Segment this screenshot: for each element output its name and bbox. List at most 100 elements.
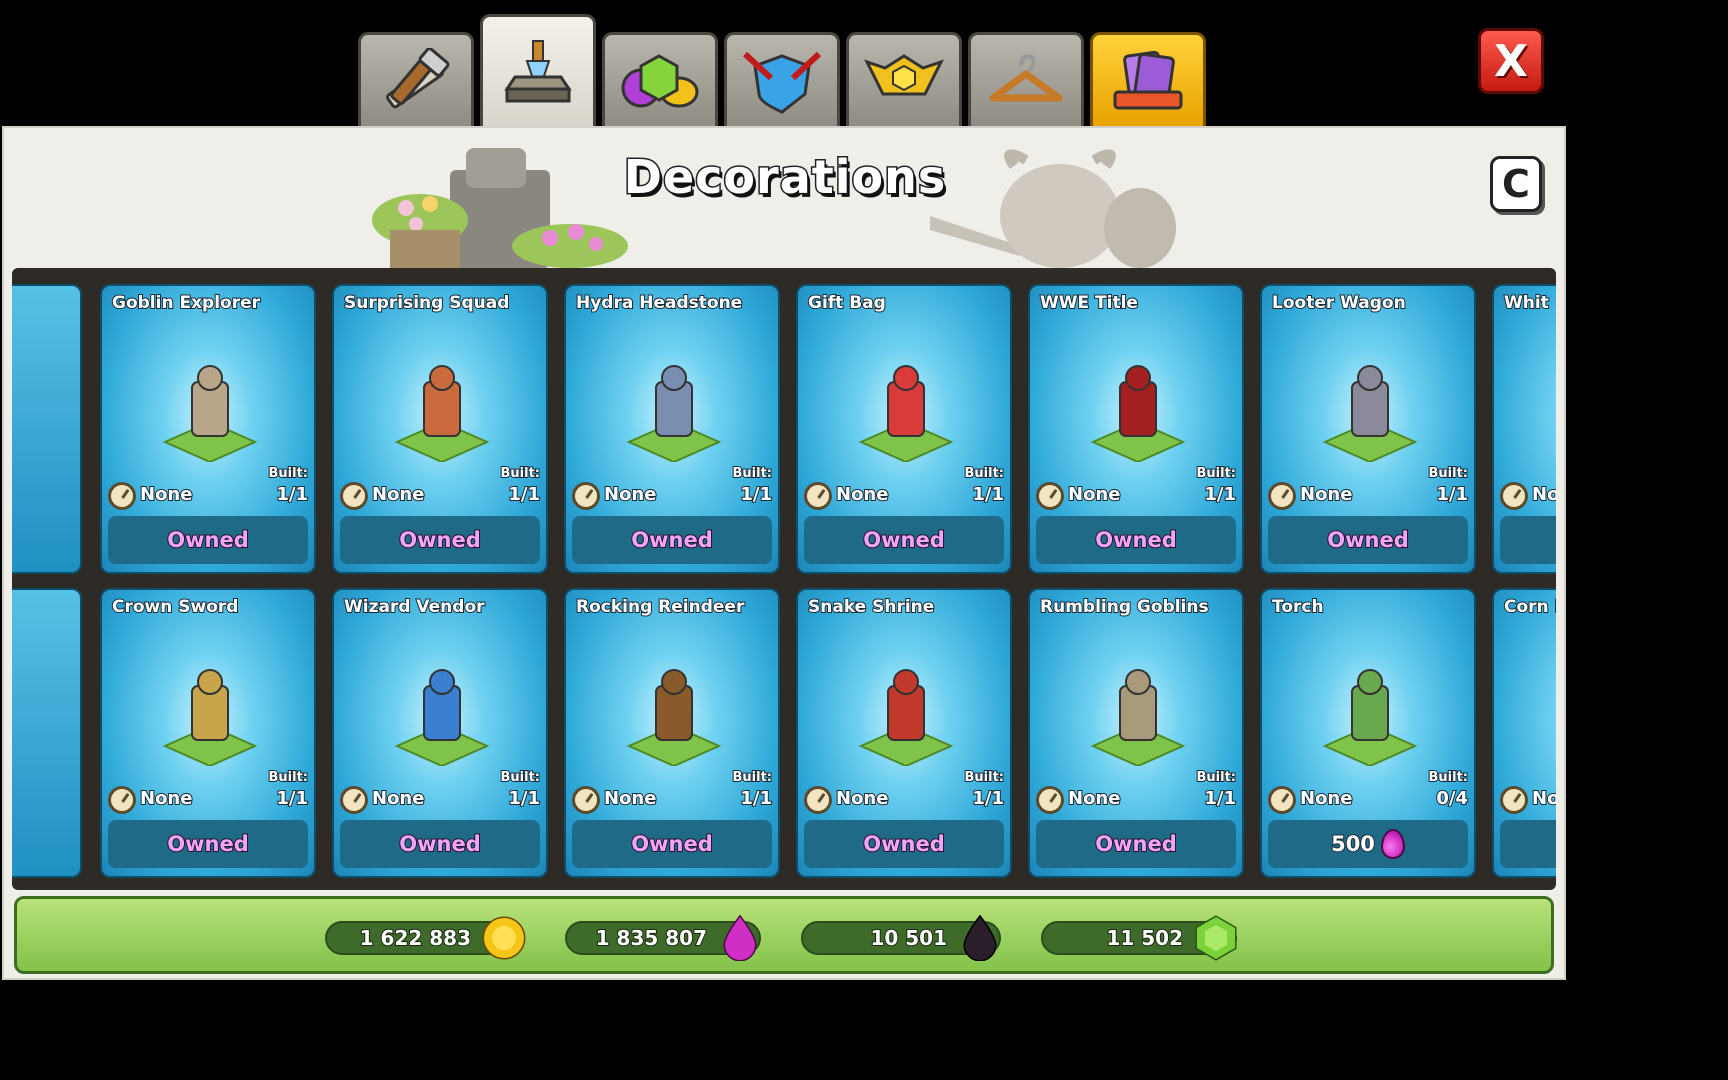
built-label: Built: — [964, 465, 1005, 482]
decoration-card[interactable]: Torch Built: 0/4 None 500 — [1260, 588, 1476, 878]
built-count: 1/1 — [1203, 787, 1237, 810]
decoration-card[interactable]: Goblin Explorer Built: 1/1 None Owned — [100, 284, 316, 574]
gold-coin-icon — [482, 916, 526, 960]
tab-shield[interactable] — [724, 32, 840, 126]
decoration-card[interactable]: Rumbling Goblins Built: 1/1 None Owned — [1028, 588, 1244, 878]
shield-arrows-icon — [742, 51, 822, 114]
hanger-icon — [989, 53, 1063, 101]
decoration-card[interactable]: Looter Wagon Built: 1/1 None Owned — [1260, 284, 1476, 574]
decorations-grid: Goblin Explorer Built: 1/1 None Owned Surpris… — [12, 268, 1556, 890]
decoration-image — [162, 365, 258, 462]
card-name: Whit — [1503, 293, 1550, 313]
decoration-card[interactable]: Wizard Vendor Built: 1/1 None Owned — [332, 588, 548, 878]
decoration-card[interactable]: Surprising Squad Built: 1/1 None Owned — [332, 284, 548, 574]
partial-card-right-1[interactable]: Whit No 5 — [1492, 284, 1556, 574]
refresh-button[interactable]: C — [1490, 156, 1542, 212]
buy-button[interactable]: 500 — [1268, 820, 1468, 868]
built-count: 1/1 — [739, 787, 773, 810]
league-badge-icon — [864, 53, 944, 95]
card-status[interactable]: 5 — [1500, 516, 1556, 564]
owned-status: Owned — [804, 516, 1004, 564]
clock-icon — [108, 482, 136, 510]
tab-cards[interactable] — [1090, 32, 1206, 126]
close-button[interactable]: X — [1478, 28, 1544, 94]
tab-league[interactable] — [846, 32, 962, 126]
built-label: Built: — [500, 769, 541, 786]
gold-value: 1 622 883 — [359, 925, 472, 951]
owned-status: Owned — [108, 516, 308, 564]
gold-amount: 1 622 883 — [325, 916, 526, 960]
build-time: None — [1299, 787, 1353, 810]
owned-status: Owned — [572, 516, 772, 564]
card-name: Crown Sword — [111, 597, 239, 617]
clock-icon — [340, 482, 368, 510]
decoration-image — [1322, 669, 1418, 766]
build-time: None — [371, 787, 425, 810]
tab-skins[interactable] — [968, 32, 1084, 126]
clock-icon — [1268, 786, 1296, 814]
build-time: None — [603, 787, 657, 810]
built-label: Built: — [1196, 465, 1237, 482]
built-count: 1/1 — [507, 483, 541, 506]
owned-status: Owned — [1036, 516, 1236, 564]
card-name: Goblin Explorer — [111, 293, 261, 313]
status-text: Owned — [166, 527, 249, 553]
built-count: 1/1 — [971, 483, 1005, 506]
card-name: Snake Shrine — [807, 597, 935, 617]
statue-icon — [504, 39, 572, 102]
built-label: Built: — [500, 465, 541, 482]
tab-bar — [358, 14, 1210, 126]
owned-status: Owned — [804, 820, 1004, 868]
built-label: Built: — [268, 769, 309, 786]
built-count: 1/1 — [1435, 483, 1469, 506]
built-count: 1/1 — [507, 787, 541, 810]
decoration-card[interactable]: Gift Bag Built: 1/1 None Owned — [796, 284, 1012, 574]
clock-icon — [572, 786, 600, 814]
owned-status: Owned — [572, 820, 772, 868]
gem-icon — [1195, 915, 1237, 961]
decoration-image — [1090, 365, 1186, 462]
partial-card-right-2[interactable]: Corn Bed No 2 — [1492, 588, 1556, 878]
build-time: None — [1067, 787, 1121, 810]
build-time: No — [1531, 483, 1556, 506]
card-name: Wizard Vendor — [343, 597, 486, 617]
dark-elixir-value: 10 501 — [869, 925, 948, 951]
card-status[interactable]: 2 — [1500, 820, 1556, 868]
decoration-card[interactable]: Snake Shrine Built: 1/1 None Owned — [796, 588, 1012, 878]
clock-icon — [804, 786, 832, 814]
clock-icon — [1036, 482, 1064, 510]
status-text: Owned — [398, 527, 481, 553]
gem-amount: 11 502 — [1041, 915, 1237, 961]
decoration-image — [626, 365, 722, 462]
dark-elixir-amount: 10 501 — [801, 915, 1001, 961]
decoration-image — [394, 365, 490, 462]
decoration-card[interactable]: Crown Sword Built: 1/1 None Owned — [100, 588, 316, 878]
partial-card-left-1[interactable] — [12, 284, 82, 574]
built-count: 0/4 — [1435, 787, 1469, 810]
decoration-card[interactable]: WWE Title Built: 1/1 None Owned — [1028, 284, 1244, 574]
tab-gems[interactable] — [602, 32, 718, 126]
status-text: Owned — [1326, 527, 1409, 553]
decoration-card[interactable]: Rocking Reindeer Built: 1/1 None Owned — [564, 588, 780, 878]
tab-builder-tools[interactable] — [358, 32, 474, 126]
clock-icon — [108, 786, 136, 814]
tab-decorations[interactable] — [480, 14, 596, 126]
build-time: None — [139, 483, 193, 506]
owned-status: Owned — [1036, 820, 1236, 868]
decoration-image — [1322, 365, 1418, 462]
card-name: WWE Title — [1039, 293, 1139, 313]
built-label: Built: — [732, 465, 773, 482]
decoration-card[interactable]: Hydra Headstone Built: 1/1 None Owned — [564, 284, 780, 574]
card-name: Rumbling Goblins — [1039, 597, 1210, 617]
decoration-image — [858, 365, 954, 462]
built-count: 1/1 — [971, 787, 1005, 810]
status-text: 500 — [1330, 831, 1376, 857]
decoration-image — [858, 669, 954, 766]
built-label: Built: — [964, 769, 1005, 786]
status-text: Owned — [1094, 527, 1177, 553]
clock-icon — [1500, 786, 1528, 814]
card-name: Corn Bed — [1503, 597, 1556, 617]
decoration-image — [162, 669, 258, 766]
partial-card-left-2[interactable] — [12, 588, 82, 878]
card-name: Hydra Headstone — [575, 293, 743, 313]
